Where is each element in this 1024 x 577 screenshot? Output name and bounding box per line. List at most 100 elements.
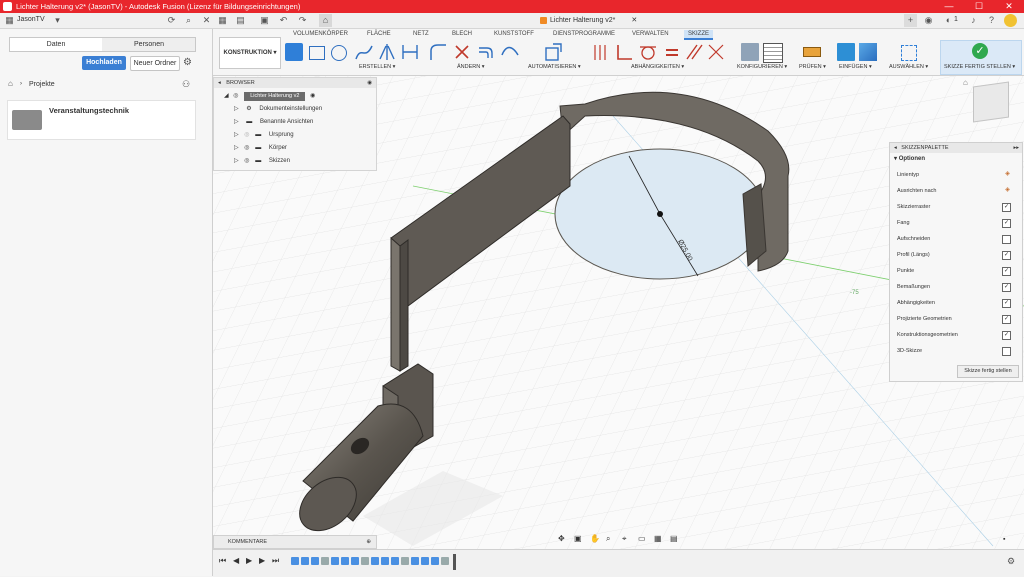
- coincident-icon[interactable]: [591, 43, 609, 61]
- extend-icon[interactable]: [501, 43, 519, 61]
- tree-row-named-views[interactable]: ▷ ▬ Benannte Ansichten: [214, 116, 376, 128]
- new-tab-icon[interactable]: +: [904, 14, 917, 27]
- new-folder-button[interactable]: Neuer Ordner: [130, 56, 180, 71]
- palette-row[interactable]: Fang ✓: [897, 217, 1017, 229]
- option-checkbox[interactable]: ✓: [1002, 283, 1011, 292]
- table-icon[interactable]: [763, 43, 783, 63]
- search-icon[interactable]: ⌕: [182, 14, 195, 27]
- viewports-icon[interactable]: ▤: [670, 534, 678, 543]
- timeline-feature[interactable]: [401, 557, 409, 565]
- grid-menu-icon[interactable]: ▦: [3, 14, 16, 27]
- add-people-icon[interactable]: ⚇: [182, 79, 190, 90]
- avatar[interactable]: [1004, 14, 1017, 27]
- select-icon[interactable]: [901, 45, 917, 61]
- step-back-icon[interactable]: ◀: [233, 556, 239, 565]
- comments-panel[interactable]: KOMMENTARE ⊕: [213, 535, 377, 549]
- close-tab-icon[interactable]: ✕: [631, 17, 637, 24]
- home-icon[interactable]: ⌂: [319, 14, 332, 27]
- file-icon[interactable]: ▤: [234, 14, 247, 27]
- viewcube-home-icon[interactable]: ⌂: [963, 78, 968, 87]
- palette-header[interactable]: ◂ SKIZZENPALETTE ▸▸: [890, 143, 1022, 153]
- step-forward-icon[interactable]: ▶: [259, 556, 265, 565]
- palette-row[interactable]: Skizzierraster ✓: [897, 201, 1017, 213]
- palette-row[interactable]: 3D-Skizze: [897, 345, 1017, 357]
- timeline-marker[interactable]: [453, 554, 456, 570]
- timeline-feature[interactable]: [421, 557, 429, 565]
- eye-icon[interactable]: ◎: [244, 145, 249, 151]
- go-to-end-icon[interactable]: ⏭: [272, 556, 279, 566]
- palette-row[interactable]: Abhängigkeiten ✓: [897, 297, 1017, 309]
- measure-icon[interactable]: [803, 47, 821, 57]
- group-erstellen[interactable]: ERSTELLEN ▾: [359, 64, 395, 70]
- radio-icon[interactable]: ◉: [310, 93, 315, 99]
- dimension-icon[interactable]: [401, 43, 419, 61]
- palette-row[interactable]: Profil (Längs) ✓: [897, 249, 1017, 261]
- look-at-icon[interactable]: ▣: [574, 534, 582, 543]
- equal-icon[interactable]: [663, 43, 681, 61]
- timeline-feature[interactable]: [381, 557, 389, 565]
- group-aendern[interactable]: ÄNDERN ▾: [457, 64, 485, 70]
- image-icon[interactable]: [859, 43, 877, 61]
- expand-icon[interactable]: ▷: [234, 132, 239, 138]
- tab-skizze[interactable]: SKIZZE: [684, 30, 714, 40]
- finish-sketch-palette-button[interactable]: Skizze fertig stellen: [957, 365, 1019, 378]
- zoom-icon[interactable]: ⌕: [606, 534, 610, 544]
- eye-icon[interactable]: ◎: [244, 132, 249, 138]
- option-checkbox[interactable]: [1002, 235, 1011, 244]
- group-auswaehlen[interactable]: AUSWÄHLEN ▾: [889, 64, 928, 70]
- tree-row-sketches[interactable]: ▷ ◎ ▬ Skizzen: [214, 155, 376, 167]
- automate-icon[interactable]: [543, 42, 563, 62]
- play-icon[interactable]: ▶: [246, 556, 252, 565]
- tab-daten[interactable]: Daten: [10, 38, 102, 51]
- configure-icon[interactable]: [741, 43, 759, 61]
- option-icon[interactable]: ◈: [1004, 171, 1011, 178]
- fullscreen-icon[interactable]: ▪: [1003, 536, 1005, 543]
- palette-row[interactable]: Punkte ✓: [897, 265, 1017, 277]
- close-panel-icon[interactable]: ✕: [200, 14, 213, 27]
- offset-icon[interactable]: [477, 43, 495, 61]
- trim-icon[interactable]: [453, 43, 471, 61]
- circle-icon[interactable]: [331, 45, 347, 61]
- tree-row-origin[interactable]: ▷ ◎ ▬ Ursprung: [214, 129, 376, 141]
- save-icon[interactable]: ▣: [258, 14, 271, 27]
- tab-kunststoff[interactable]: KUNSTSTOFF: [494, 31, 534, 37]
- option-checkbox[interactable]: ✓: [1002, 219, 1011, 228]
- online-status-icon[interactable]: ◉: [922, 14, 935, 27]
- timeline-feature[interactable]: [311, 557, 319, 565]
- maximize-icon[interactable]: ☐: [964, 0, 994, 13]
- viewcube[interactable]: [973, 81, 1009, 123]
- upload-button[interactable]: Hochladen: [82, 56, 126, 70]
- canvas-viewport[interactable]: Ø25.00 -75 ⌂ ◂ BROWSER ◉ ◢ ◎ Lichter Hal…: [213, 76, 1024, 549]
- palette-row[interactable]: Ausrichten nach ◈: [897, 185, 1017, 197]
- display-settings-icon[interactable]: ▭: [638, 534, 646, 543]
- option-checkbox[interactable]: ✓: [1002, 331, 1011, 340]
- home-icon[interactable]: ⌂: [8, 79, 13, 88]
- insert-icon[interactable]: [837, 43, 855, 61]
- tree-row-document-settings[interactable]: ▷ ⚙ Dokumenteinstellungen: [214, 103, 376, 115]
- eye-icon[interactable]: ◎: [233, 93, 238, 99]
- add-comment-icon[interactable]: ⊕: [366, 536, 371, 548]
- finish-sketch-button[interactable]: ✓ SKIZZE FERTIG STELLEN ▾: [940, 40, 1022, 75]
- timeline-feature[interactable]: [291, 557, 299, 565]
- option-checkbox[interactable]: ✓: [1002, 251, 1011, 260]
- timeline-settings-icon[interactable]: ⚙: [1007, 556, 1015, 567]
- palette-row[interactable]: Linientyp ◈: [897, 169, 1017, 181]
- expand-icon[interactable]: ◢: [224, 93, 229, 99]
- eye-icon[interactable]: ◎: [244, 158, 249, 164]
- options-section[interactable]: ▾ Optionen: [894, 155, 925, 162]
- option-checkbox[interactable]: [1002, 347, 1011, 356]
- timeline-feature[interactable]: [361, 557, 369, 565]
- expand-icon[interactable]: ▷: [234, 158, 239, 164]
- option-icon[interactable]: ◈: [1004, 187, 1011, 194]
- group-einfuegen[interactable]: EINFÜGEN ▾: [839, 64, 872, 70]
- expand-icon[interactable]: ▷: [234, 119, 239, 125]
- tree-row-root[interactable]: ◢ ◎ Lichter Halterung v2 ◉: [214, 90, 376, 102]
- project-card[interactable]: Veranstaltungstechnik: [7, 100, 196, 140]
- tree-row-bodies[interactable]: ▷ ◎ ▬ Körper: [214, 142, 376, 154]
- palette-row[interactable]: Projizierte Geometrien ✓: [897, 313, 1017, 325]
- spline-icon[interactable]: [355, 43, 373, 61]
- tangent-icon[interactable]: [639, 43, 657, 61]
- help-icon[interactable]: ?: [985, 14, 998, 27]
- timeline-feature[interactable]: [321, 557, 329, 565]
- minimize-icon[interactable]: —: [934, 0, 964, 13]
